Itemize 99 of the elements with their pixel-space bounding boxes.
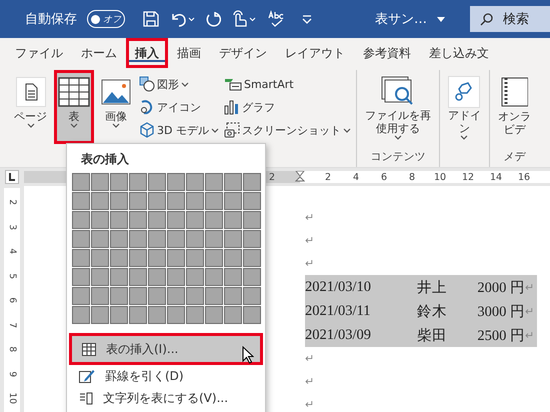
pencil-grid-icon <box>79 369 95 383</box>
amount-text: 3000 円 <box>476 302 525 320</box>
paragraph-mark: ↵ <box>525 280 534 294</box>
ruler-number: 2 <box>268 172 276 182</box>
text-table-icon <box>79 392 93 404</box>
table-icon <box>82 342 96 356</box>
chevron-down-icon <box>70 123 78 128</box>
page-icon <box>16 77 46 107</box>
ribbon-tab[interactable]: 挿入 <box>126 38 168 68</box>
ribbon-button[interactable]: グラフ <box>222 97 352 117</box>
paragraph-mark: ↵ <box>305 211 314 224</box>
shapes-icon <box>139 76 155 92</box>
add-in-icon <box>448 76 480 108</box>
ribbon-button[interactable]: 画像 <box>97 70 135 144</box>
ruler-number: 12 <box>460 172 476 182</box>
chevron-down-icon <box>181 82 189 86</box>
paragraph-mark: ↵ <box>305 375 314 388</box>
ruler-number: 5 <box>6 272 18 279</box>
table-size-grid[interactable] <box>72 173 261 325</box>
chevron-down-icon <box>342 128 351 132</box>
menu-item[interactable]: 罫線を引く(D) <box>69 365 263 387</box>
ribbon-button[interactable]: スクリーンショット <box>222 120 352 140</box>
search-icon <box>480 12 493 26</box>
date-text: 2021/03/09 <box>305 326 372 344</box>
name-text: 井上 <box>417 278 448 296</box>
ribbon-button[interactable]: SmartArt <box>222 74 352 94</box>
ruler-number: 7 <box>6 322 18 328</box>
ribbon-button[interactable]: アイコン <box>138 97 220 117</box>
save-icon[interactable] <box>143 11 159 27</box>
ruler-number: 8 <box>6 346 18 352</box>
chevron-down-icon <box>460 135 468 140</box>
paragraph-mark: ↵ <box>305 257 314 270</box>
ruler-number: 6 <box>6 297 18 304</box>
ruler-number: 6 <box>380 172 388 182</box>
ribbon-tab[interactable]: ホーム <box>72 38 126 68</box>
ruler-number: 10 <box>432 172 448 182</box>
mouse-pointer-icon <box>242 346 254 364</box>
menu-item[interactable]: 文字列を表にする(V)... <box>69 387 263 409</box>
smartart-icon <box>224 77 242 91</box>
ruler-number: 2 <box>6 199 18 206</box>
ruler-number: 2 <box>324 172 332 182</box>
chevron-down-icon <box>210 128 219 132</box>
chevron-down-icon <box>26 123 34 128</box>
film-icon <box>500 76 528 108</box>
autosave-toggle[interactable]: オフ <box>87 10 125 28</box>
document-title[interactable]: 表サン… <box>375 10 427 28</box>
menu-title: 表の挿入 <box>80 151 130 168</box>
date-text: 2021/03/10 <box>305 278 372 296</box>
ribbon-button[interactable]: 表 <box>54 70 94 144</box>
redo-icon[interactable] <box>205 11 221 27</box>
table-grid-icon <box>58 77 90 107</box>
date-text: 2021/03/11 <box>305 302 372 320</box>
caret-icon[interactable] <box>437 16 445 22</box>
ruler-number: 4 <box>6 248 18 254</box>
ruler-number: 3 <box>6 224 18 230</box>
ribbon-tab[interactable]: 参考資料 <box>354 38 420 68</box>
chevron-down-icon <box>394 135 402 140</box>
paragraph-mark: ↵ <box>305 398 314 411</box>
paragraph-mark: ↵ <box>305 352 314 365</box>
ribbon-tab[interactable]: レイアウト <box>276 38 354 68</box>
touch-icon[interactable] <box>231 10 257 28</box>
ruler-number: 14 <box>488 172 504 182</box>
ribbon-tab[interactable]: 差し込み文 <box>420 38 498 68</box>
group-label: メデ <box>502 149 527 165</box>
ribbon-button[interactable]: ファイルを再 使用する <box>360 70 435 144</box>
ruler-number: 4 <box>352 172 360 182</box>
ribbon-tab[interactable]: ファイル <box>6 38 72 68</box>
indent-marker-icon[interactable] <box>295 171 305 183</box>
ribbon-button[interactable]: 図形 <box>138 74 220 94</box>
ruler-number: 8 <box>408 172 416 182</box>
amount-text: 2000 円 <box>476 278 525 296</box>
autosave-label: 自動保存 <box>25 11 77 28</box>
tab-stop-icon[interactable] <box>5 170 19 184</box>
chevron-down-icon <box>112 123 120 128</box>
ribbon-tab[interactable]: デザイン <box>210 38 276 68</box>
ribbon-button[interactable]: アドイ ン <box>444 70 485 144</box>
figure-icon <box>139 99 155 115</box>
ruler-number: 10 <box>6 392 18 404</box>
ribbon-tab[interactable]: 描画 <box>168 38 210 68</box>
ribbon-button[interactable]: ページ <box>10 70 51 144</box>
paragraph-mark: ↵ <box>525 304 534 318</box>
screenshot-icon <box>224 122 240 138</box>
ribbon-button[interactable]: 3D モデル <box>138 120 220 140</box>
picture-icon <box>101 79 131 105</box>
paragraph-mark: ↵ <box>305 234 314 247</box>
name-text: 柴田 <box>417 326 448 344</box>
search-field[interactable]: 検索 <box>470 6 550 32</box>
spelling-check-icon[interactable] <box>267 10 285 28</box>
bar-chart-icon <box>224 99 240 115</box>
ribbon-button[interactable]: オンラ ビデ <box>494 70 535 144</box>
group-label: コンテンツ <box>369 149 426 165</box>
ruler-number: 9 <box>6 370 18 377</box>
cube-icon <box>139 122 155 138</box>
customize-caret-icon[interactable] <box>301 14 313 24</box>
menu-item[interactable]: 表の挿入(I)... <box>69 333 263 365</box>
ruler-number: 16 <box>516 172 532 182</box>
amount-text: 2500 円 <box>476 326 525 344</box>
paragraph-mark: ↵ <box>525 328 534 342</box>
name-text: 鈴木 <box>417 302 448 320</box>
